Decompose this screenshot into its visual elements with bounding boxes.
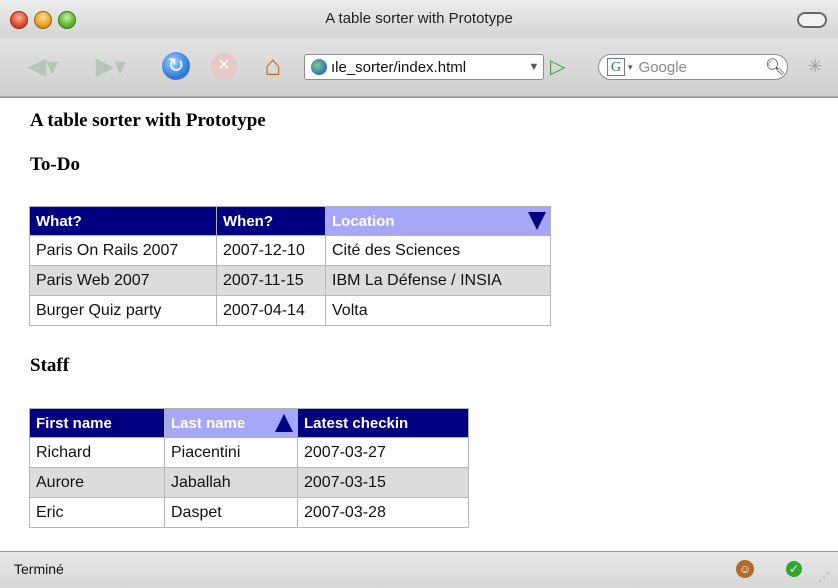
- table-row: Paris Web 2007 2007-11-15 IBM La Défense…: [29, 265, 551, 296]
- todo-header-location[interactable]: Location: [325, 206, 551, 236]
- go-button[interactable]: ▷: [550, 56, 572, 78]
- table-cell: Paris On Rails 2007: [29, 235, 217, 266]
- home-button[interactable]: ⌂: [256, 50, 290, 81]
- table-cell: 2007-03-27: [297, 437, 469, 468]
- table-cell: Jaballah: [164, 467, 298, 498]
- table-cell: 2007-12-10: [216, 235, 326, 266]
- forward-button[interactable]: ▶▾: [88, 52, 134, 80]
- table-cell: 2007-04-14: [216, 295, 326, 326]
- staff-header-last-name-label: Last name: [171, 414, 246, 432]
- sort-ascending-icon: [275, 414, 293, 432]
- status-bar: Terminé ☺ ✓ ⋰: [0, 551, 838, 588]
- table-cell: Eric: [29, 497, 165, 528]
- table-cell: Burger Quiz party: [29, 295, 217, 326]
- back-arrow-icon: ◀▾: [27, 52, 59, 80]
- table-cell: Volta: [325, 295, 551, 326]
- table-cell: 2007-03-28: [297, 497, 469, 528]
- table-cell: Aurore: [29, 467, 165, 498]
- check-icon[interactable]: ✓: [786, 561, 802, 577]
- reload-button[interactable]: ↻: [160, 52, 192, 80]
- globe-icon: [311, 59, 327, 75]
- home-icon: ⌂: [264, 50, 282, 81]
- table-row: Aurore Jaballah 2007-03-15: [29, 467, 469, 498]
- staff-header-latest-checkin[interactable]: Latest checkin: [297, 408, 469, 438]
- table-row: Paris On Rails 2007 2007-12-10 Cité des …: [29, 235, 551, 266]
- title-bar: A table sorter with Prototype: [0, 0, 838, 39]
- table-cell: Richard: [29, 437, 165, 468]
- table-cell: 2007-03-15: [297, 467, 469, 498]
- staff-heading: Staff: [30, 355, 70, 376]
- window-title: A table sorter with Prototype: [325, 10, 513, 27]
- address-bar[interactable]: ıle_sorter/index.html ▼: [304, 54, 544, 80]
- todo-header-when[interactable]: When?: [216, 206, 326, 236]
- back-button[interactable]: ◀▾: [20, 52, 66, 80]
- page-title: A table sorter with Prototype: [30, 110, 266, 131]
- url-dropdown-icon[interactable]: ▼: [525, 61, 543, 73]
- staff-header-first-name[interactable]: First name: [29, 408, 165, 438]
- table-cell: Daspet: [164, 497, 298, 528]
- staff-header-last-name[interactable]: Last name: [164, 408, 298, 438]
- engine-dropdown-icon[interactable]: ▾: [628, 62, 633, 73]
- play-icon: ▷: [550, 56, 566, 78]
- page-content: A table sorter with Prototype To-Do What…: [0, 97, 838, 551]
- toolbar-toggle-button[interactable]: [797, 12, 827, 28]
- table-row: Eric Daspet 2007-03-28: [29, 497, 469, 528]
- table-cell: IBM La Défense / INSIA: [325, 265, 551, 296]
- forward-arrow-icon: ▶▾: [95, 52, 127, 80]
- todo-table: What? When? Location Paris On Rails 2007…: [29, 206, 551, 326]
- table-row: Burger Quiz party 2007-04-14 Volta: [29, 295, 551, 326]
- search-box[interactable]: G ▾ Google 🔍︎: [598, 54, 788, 80]
- table-cell: Piacentini: [164, 437, 298, 468]
- greasemonkey-icon[interactable]: ☺: [736, 560, 754, 578]
- stop-button[interactable]: ✕: [208, 52, 240, 80]
- reload-icon: ↻: [162, 52, 190, 80]
- browser-window: A table sorter with Prototype ◀▾ ▶▾ ↻ ✕ …: [0, 0, 838, 588]
- table-cell: Paris Web 2007: [29, 265, 217, 296]
- activity-throbber-icon: ✳: [807, 56, 823, 76]
- url-text[interactable]: ıle_sorter/index.html: [331, 59, 525, 76]
- resize-grip-icon[interactable]: ⋰: [818, 570, 834, 586]
- sort-descending-icon: [528, 212, 546, 230]
- google-engine-icon[interactable]: G: [607, 58, 625, 76]
- search-icon[interactable]: 🔍︎: [765, 57, 787, 77]
- navigation-toolbar: ◀▾ ▶▾ ↻ ✕ ⌂ ıle_sorter/index.html ▼ ▷ G …: [0, 38, 838, 97]
- todo-heading: To-Do: [30, 154, 80, 175]
- status-text: Terminé: [14, 561, 64, 577]
- todo-header-what[interactable]: What?: [29, 206, 217, 236]
- table-row: Richard Piacentini 2007-03-27: [29, 437, 469, 468]
- todo-header-location-label: Location: [332, 212, 395, 230]
- staff-table: First name Last name Latest checkin Rich…: [29, 408, 469, 528]
- table-cell: Cité des Sciences: [325, 235, 551, 266]
- table-cell: 2007-11-15: [216, 265, 326, 296]
- stop-icon: ✕: [211, 53, 237, 79]
- search-input[interactable]: Google: [639, 59, 765, 76]
